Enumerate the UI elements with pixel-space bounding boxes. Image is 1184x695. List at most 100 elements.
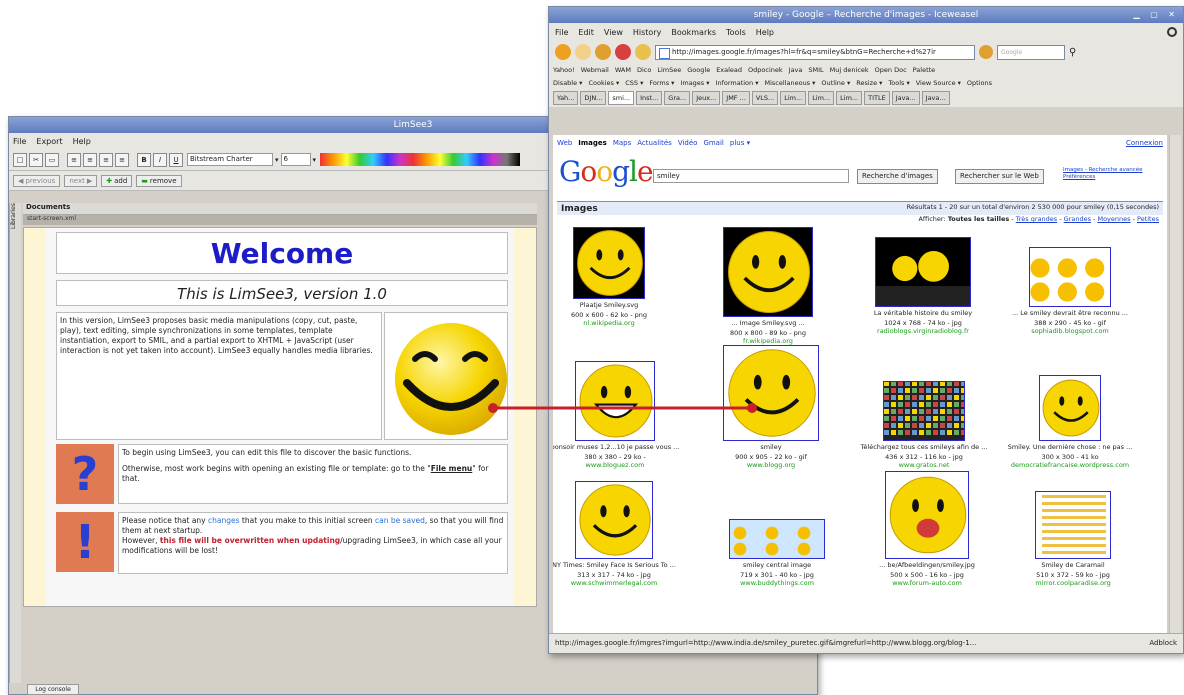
version-text[interactable]: This is LimSee3, version 1.0 bbox=[56, 280, 508, 306]
wd-images[interactable]: Images ▾ bbox=[680, 79, 709, 87]
result-thumbnail[interactable] bbox=[575, 481, 653, 559]
result-caption[interactable]: La véritable histoire du smiley bbox=[874, 309, 972, 317]
wd-resize[interactable]: Resize ▾ bbox=[856, 79, 882, 87]
wd-cookies[interactable]: Cookies ▾ bbox=[588, 79, 619, 87]
wd-miscellaneous[interactable]: Miscellaneous ▾ bbox=[765, 79, 816, 87]
intro-text[interactable]: In this version, LimSee3 proposes basic … bbox=[56, 312, 382, 440]
menu-view[interactable]: View bbox=[604, 28, 623, 37]
align-center-icon[interactable]: ≡ bbox=[83, 152, 97, 167]
advanced-search-link[interactable]: Images - Recherche avancée Préférences bbox=[1063, 167, 1142, 181]
wd-view-source[interactable]: View Source ▾ bbox=[916, 79, 961, 87]
wd-tools[interactable]: Tools ▾ bbox=[888, 79, 909, 87]
result-site[interactable]: mirror.coolparadise.org bbox=[1035, 579, 1111, 587]
result-thumbnail[interactable] bbox=[1039, 375, 1101, 441]
result-site[interactable]: democratiefrancaise.wordpress.com bbox=[1011, 461, 1129, 469]
wd-information[interactable]: Information ▾ bbox=[716, 79, 759, 87]
font-family-select[interactable]: Bitstream Charter bbox=[187, 153, 273, 166]
bookmark-limsee[interactable]: LimSee bbox=[657, 66, 681, 74]
document-tab[interactable]: start-screen.xml bbox=[23, 215, 537, 225]
preferences-link[interactable]: Préférences bbox=[1063, 174, 1095, 180]
result-caption[interactable]: smiley bbox=[760, 443, 781, 451]
result-site[interactable]: fr.wikipedia.org bbox=[743, 337, 793, 345]
result-site[interactable]: www.bloguez.com bbox=[586, 461, 645, 469]
result-caption[interactable]: bonsoir muses 1,2...10 je passe vous ... bbox=[553, 443, 679, 451]
result-site[interactable]: sophiadib.blogspot.com bbox=[1031, 327, 1109, 335]
size-all[interactable]: Toutes les tailles bbox=[948, 215, 1010, 223]
bookmark-webmail[interactable]: Webmail bbox=[581, 66, 609, 74]
result-site[interactable]: radioblogs.virginradioblog.fr bbox=[877, 327, 969, 335]
image-result[interactable]: Plaatje Smiley.svg 600 x 600 - 62 ko - p… bbox=[553, 227, 679, 327]
menu-file[interactable]: File bbox=[555, 28, 568, 37]
tab-jeux[interactable]: Jeux... bbox=[692, 91, 721, 105]
result-site[interactable]: www.forum-auto.com bbox=[892, 579, 962, 587]
result-thumbnail[interactable] bbox=[875, 237, 971, 307]
bookmark-yahoo[interactable]: Yahoo! bbox=[553, 66, 575, 74]
menu-export[interactable]: Export bbox=[36, 137, 62, 146]
google-logo[interactable]: Google bbox=[559, 155, 654, 188]
add-button[interactable]: ✚ add bbox=[101, 174, 133, 187]
smiley-image[interactable] bbox=[384, 312, 508, 440]
welcome-heading[interactable]: Welcome bbox=[56, 232, 508, 274]
bookmark-muj-denicek[interactable]: Muj denicek bbox=[830, 66, 869, 74]
dropdown-arrow-icon[interactable]: ▾ bbox=[275, 156, 279, 164]
result-caption[interactable]: Plaatje Smiley.svg bbox=[580, 301, 639, 309]
image-result[interactable]: Smiley de Caramail 510 x 372 - 59 ko - j… bbox=[1003, 491, 1143, 587]
forward-icon[interactable] bbox=[575, 44, 591, 60]
menu-file[interactable]: File bbox=[13, 137, 26, 146]
image-result[interactable]: Téléchargez tous ces smileys afin de ...… bbox=[854, 381, 994, 469]
bookmark-smil[interactable]: SMIL bbox=[808, 66, 823, 74]
result-thumbnail[interactable] bbox=[723, 227, 813, 317]
tab-inst[interactable]: Inst... bbox=[636, 91, 663, 105]
tab-djn[interactable]: DJN... bbox=[580, 91, 607, 105]
tab-jmf[interactable]: JMF ... bbox=[722, 91, 750, 105]
tab-lim-2[interactable]: Lim... bbox=[808, 91, 835, 105]
result-thumbnail[interactable] bbox=[729, 519, 825, 559]
update-warning-text[interactable]: Please notice that any changes that you … bbox=[118, 512, 508, 574]
document-canvas[interactable]: Welcome This is LimSee3, version 1.0 In … bbox=[23, 227, 537, 607]
result-thumbnail[interactable] bbox=[573, 227, 645, 299]
bookmark-open-doc[interactable]: Open Doc bbox=[875, 66, 907, 74]
tab-yahoo[interactable]: Yah... bbox=[553, 91, 579, 105]
color-palette[interactable] bbox=[320, 153, 521, 166]
menu-tools[interactable]: Tools bbox=[726, 28, 746, 37]
wd-disable[interactable]: Disable ▾ bbox=[553, 79, 582, 87]
back-icon[interactable] bbox=[555, 44, 571, 60]
nav-plus[interactable]: plus ▾ bbox=[730, 139, 750, 147]
tab-vls[interactable]: VLS... bbox=[751, 91, 779, 105]
browser-titlebar[interactable]: smiley - Google – Recherche d'images - I… bbox=[549, 7, 1183, 23]
reload-icon[interactable] bbox=[595, 44, 611, 60]
connexion-link[interactable]: Connexion bbox=[1126, 139, 1163, 147]
menu-bookmarks[interactable]: Bookmarks bbox=[671, 28, 716, 37]
font-size-select[interactable]: 6 bbox=[280, 153, 311, 166]
italic-icon[interactable]: I bbox=[153, 152, 167, 167]
align-right-icon[interactable]: ≡ bbox=[99, 152, 113, 167]
menu-help[interactable]: Help bbox=[756, 28, 774, 37]
underline-icon[interactable]: U bbox=[169, 152, 183, 167]
result-caption[interactable]: smiley central image bbox=[743, 561, 811, 569]
home-icon[interactable] bbox=[635, 44, 651, 60]
result-caption[interactable]: ... Le smiley devrait être reconnu ... bbox=[1012, 309, 1128, 317]
bookmark-exalead[interactable]: Exalead bbox=[716, 66, 742, 74]
tab-lim-1[interactable]: Lim... bbox=[780, 91, 807, 105]
previous-button[interactable]: ◀ previous bbox=[13, 174, 61, 187]
tab-java-2[interactable]: Java... bbox=[921, 91, 950, 105]
log-console-tab[interactable]: Log console bbox=[27, 684, 79, 695]
image-result[interactable]: ... Image Smiley.svg ... 800 x 800 - 89 … bbox=[698, 227, 838, 345]
image-result[interactable]: bonsoir muses 1,2...10 je passe vous ...… bbox=[553, 361, 685, 469]
stop-icon[interactable] bbox=[615, 44, 631, 60]
result-site[interactable]: nl.wikipedia.org bbox=[583, 319, 634, 327]
image-result[interactable]: ... be/Afbeeldingen/smiley.jpg 500 x 500… bbox=[857, 471, 997, 587]
wd-forms[interactable]: Forms ▾ bbox=[649, 79, 674, 87]
tab-gra[interactable]: Gra... bbox=[664, 91, 691, 105]
bookmark-dico[interactable]: Dico bbox=[637, 66, 651, 74]
image-result[interactable]: smiley central image 719 x 301 - 40 ko -… bbox=[707, 519, 847, 587]
google-search-input[interactable]: smiley bbox=[653, 169, 849, 183]
tab-title[interactable]: TITLE bbox=[864, 91, 890, 105]
search-icon[interactable]: ⚲ bbox=[1069, 47, 1076, 58]
url-bar[interactable]: http://images.google.fr/images?hl=fr&q=s… bbox=[655, 44, 975, 60]
menu-history[interactable]: History bbox=[633, 28, 661, 37]
nav-web[interactable]: Web bbox=[557, 139, 572, 147]
result-thumbnail[interactable] bbox=[885, 471, 969, 559]
new-icon[interactable]: □ bbox=[13, 152, 27, 167]
libraries-tab[interactable]: Libraries bbox=[9, 203, 21, 683]
